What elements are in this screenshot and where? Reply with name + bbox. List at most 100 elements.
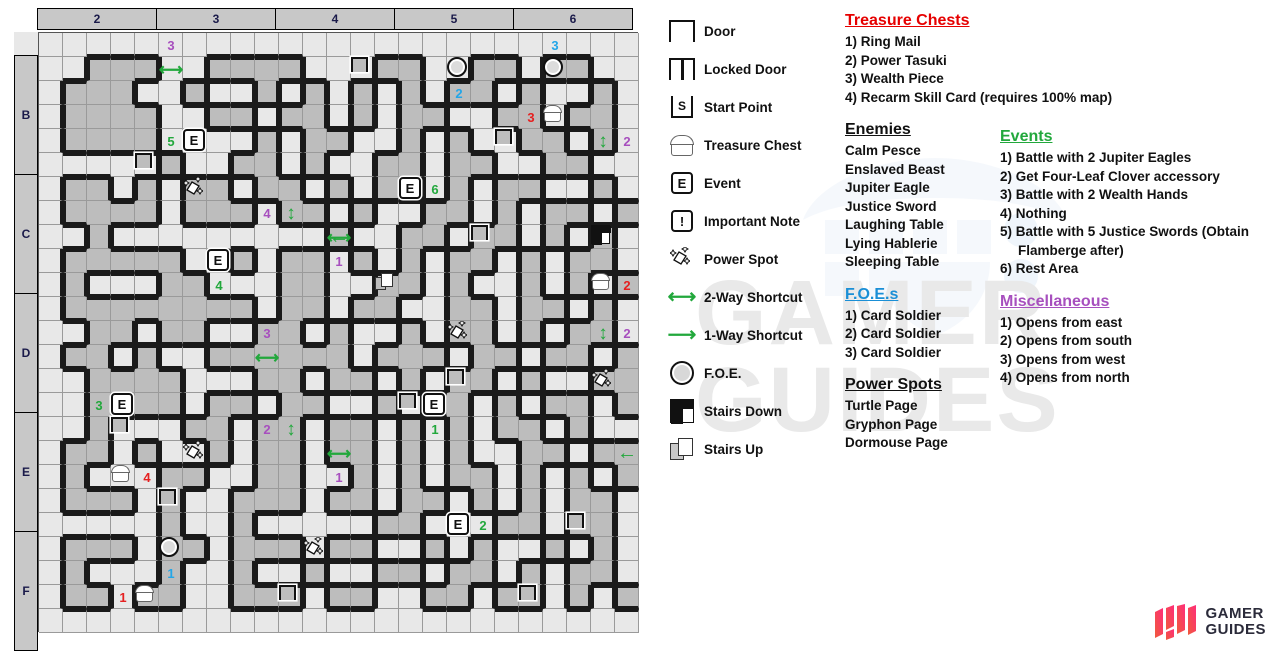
map-cell[interactable] [399,393,423,417]
map-cell[interactable] [447,57,471,81]
map-cell[interactable] [63,513,87,537]
map-cell[interactable] [447,129,471,153]
map-cell[interactable] [303,465,327,489]
map-cell[interactable] [39,369,63,393]
map-cell[interactable] [87,489,111,513]
map-cell[interactable] [111,225,135,249]
map-cell[interactable] [303,441,327,465]
map-cell[interactable] [519,465,543,489]
map-cell[interactable] [423,33,447,57]
map-cell[interactable] [303,153,327,177]
map-cell[interactable] [423,321,447,345]
map-cell[interactable] [375,513,399,537]
map-cell[interactable] [447,369,471,393]
map-cell[interactable] [135,345,159,369]
map-cell[interactable] [135,417,159,441]
map-cell[interactable] [159,321,183,345]
map-cell[interactable] [159,297,183,321]
map-cell[interactable] [615,393,639,417]
map-cell[interactable] [183,537,207,561]
map-cell[interactable] [159,561,183,585]
map-cell[interactable] [303,561,327,585]
map-cell[interactable] [183,321,207,345]
map-cell[interactable] [615,345,639,369]
map-cell[interactable] [303,129,327,153]
map-cell[interactable] [111,321,135,345]
map-cell[interactable] [231,441,255,465]
map-cell[interactable] [351,81,375,105]
map-cell[interactable] [591,609,615,633]
map-cell[interactable] [255,57,279,81]
map-cell[interactable] [159,105,183,129]
map-cell[interactable] [327,297,351,321]
map-cell[interactable] [423,129,447,153]
map-cell[interactable] [231,369,255,393]
map-cell[interactable] [63,489,87,513]
map-cell[interactable] [159,33,183,57]
map-cell[interactable] [111,585,135,609]
map-cell[interactable] [111,177,135,201]
map-cell[interactable] [87,57,111,81]
map-cell[interactable] [303,609,327,633]
map-cell[interactable] [495,465,519,489]
map-cell[interactable] [183,369,207,393]
map-cell[interactable] [519,105,543,129]
map-cell[interactable] [255,105,279,129]
map-cell[interactable] [495,393,519,417]
map-cell[interactable] [351,177,375,201]
map-cell[interactable] [159,225,183,249]
map-cell[interactable] [183,417,207,441]
map-cell[interactable] [87,585,111,609]
map-cell[interactable] [615,33,639,57]
map-cell[interactable] [471,465,495,489]
map-cell[interactable] [39,297,63,321]
map-cell[interactable] [327,513,351,537]
map-cell[interactable] [495,33,519,57]
map-cell[interactable] [327,81,351,105]
map-cell[interactable] [447,153,471,177]
map-cell[interactable] [279,297,303,321]
map-cell[interactable] [519,489,543,513]
map-cell[interactable] [111,417,135,441]
map-cell[interactable] [303,81,327,105]
map-cell[interactable] [591,201,615,225]
map-cell[interactable] [327,105,351,129]
map-cell[interactable] [471,33,495,57]
map-cell[interactable] [447,465,471,489]
map-cell[interactable] [399,297,423,321]
map-cell[interactable] [231,417,255,441]
map-cell[interactable] [231,153,255,177]
map-cell[interactable] [399,537,423,561]
map-cell[interactable] [423,153,447,177]
map-cell[interactable] [543,489,567,513]
map-cell[interactable] [183,105,207,129]
map-cell[interactable] [351,417,375,441]
map-cell[interactable] [135,441,159,465]
map-cell[interactable] [399,57,423,81]
map-cell[interactable] [591,153,615,177]
map-cell[interactable] [543,33,567,57]
map-cell[interactable] [159,153,183,177]
map-cell[interactable] [423,393,447,417]
map-cell[interactable] [615,105,639,129]
map-cell[interactable] [63,537,87,561]
map-cell[interactable] [207,393,231,417]
map-cell[interactable] [255,417,279,441]
map-cell[interactable] [399,105,423,129]
map-cell[interactable] [159,417,183,441]
map-cell[interactable] [543,321,567,345]
map-cell[interactable] [279,105,303,129]
map-cell[interactable] [615,417,639,441]
map-cell[interactable] [255,561,279,585]
map-cell[interactable] [159,609,183,633]
map-cell[interactable] [63,345,87,369]
map-cell[interactable] [279,585,303,609]
map-cell[interactable] [471,273,495,297]
map-cell[interactable] [495,177,519,201]
map-cell[interactable] [423,441,447,465]
map-cell[interactable] [303,201,327,225]
map-cell[interactable] [495,441,519,465]
map-cell[interactable] [567,345,591,369]
map-cell[interactable] [375,345,399,369]
map-cell[interactable] [279,273,303,297]
